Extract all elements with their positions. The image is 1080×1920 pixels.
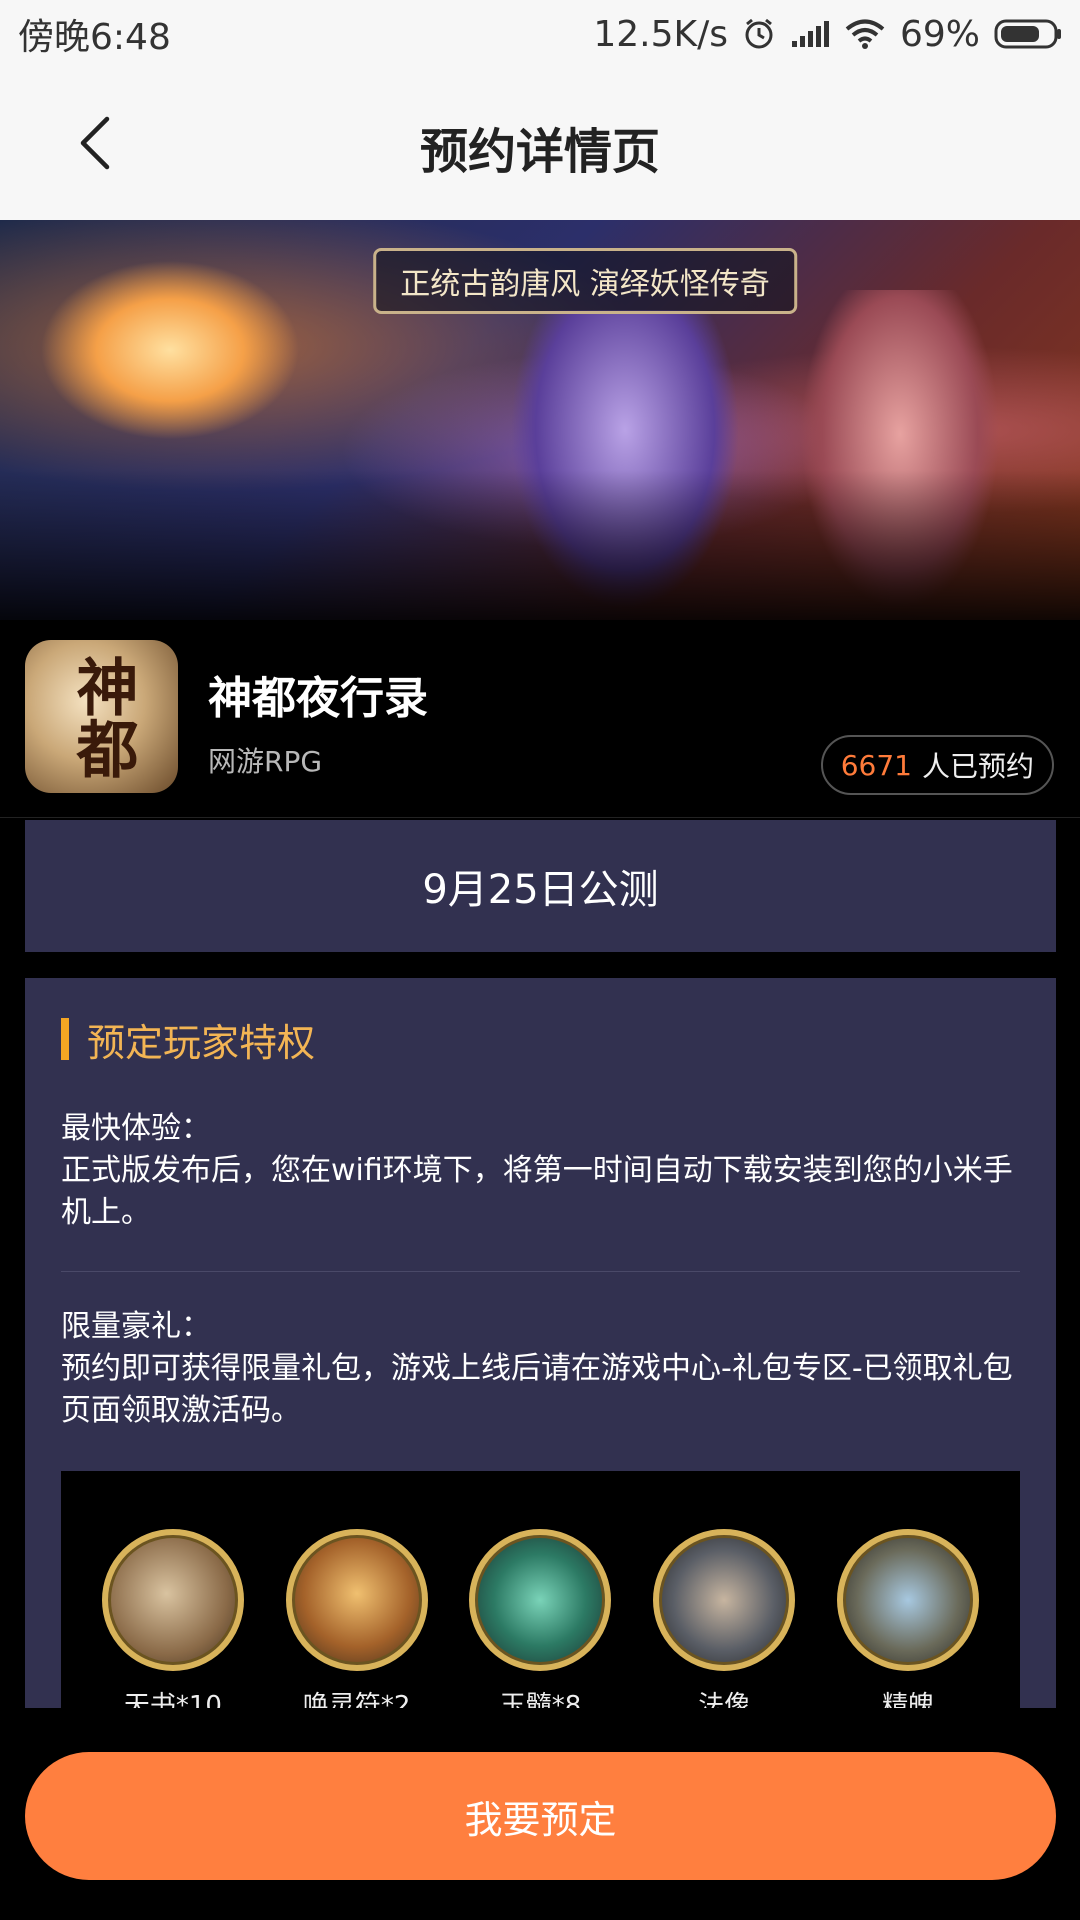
title-bar: 预约详情页 (0, 68, 1080, 220)
banner-slogan: 正统古韵唐风 演绎妖怪传奇 (373, 248, 797, 314)
battery-icon (994, 18, 1062, 50)
alarm-icon (742, 17, 776, 51)
status-indicators: 12.5K/s 69% (593, 14, 1062, 55)
app-info: 神都 神都夜行录 网游RPG 6671 人已预约 (0, 620, 1080, 818)
gift-item-image (285, 1529, 428, 1671)
status-bar: 傍晚6:48 12.5K/s 69% (0, 0, 1080, 68)
gift-items: 天书*10 唤灵符*2 玉髓*8 法像 精魄 (61, 1529, 1020, 1708)
gift-item: 玉髓*8 (465, 1529, 615, 1708)
app-category: 网游RPG (208, 745, 323, 778)
gift-item: 唤灵符*2 (282, 1529, 432, 1708)
gift-item: 法像 (649, 1529, 799, 1708)
reserve-count-label: 人已预约 (921, 750, 1034, 783)
privileges-card: 预定玩家特权 最快体验： 正式版发布后，您在wifi环境下，将第一时间自动下载安… (25, 978, 1056, 1708)
net-speed: 12.5K/s (593, 13, 728, 55)
gift-item: 精魄 (833, 1529, 983, 1708)
game-banner-image: 正统古韵唐风 演绎妖怪传奇 (0, 220, 1080, 640)
launch-date: 9月25日公测 (422, 867, 659, 913)
gift-item-label: 玉髓*8 (499, 1691, 582, 1708)
gift-pack-panel: 天书*10 唤灵符*2 玉髓*8 法像 精魄 (61, 1471, 1020, 1708)
privileges-title: 预定玩家特权 (87, 1020, 316, 1065)
wifi-icon (844, 18, 886, 50)
reserve-count-badge: 6671 人已预约 (820, 735, 1054, 795)
banner-art-character (510, 310, 740, 610)
perk-limited-gift: 限量豪礼： 预约即可获得限量礼包，游戏上线后请在游戏中心-礼包专区-已领取礼包页… (61, 1306, 1020, 1432)
gift-item-label: 精魄 (882, 1691, 935, 1708)
perk-heading: 限量豪礼： (61, 1309, 211, 1344)
app-icon-logo: 神都 (65, 654, 139, 779)
banner-art-character (800, 290, 1000, 610)
gift-item-image (837, 1529, 980, 1671)
status-time: 傍晚6:48 (18, 17, 171, 58)
gift-item-label: 唤灵符*2 (302, 1691, 411, 1708)
banner-art-hand (40, 260, 300, 440)
gift-item-label: 法像 (698, 1691, 751, 1708)
gift-item-image (469, 1529, 612, 1671)
perk-body: 正式版发布后，您在wifi环境下，将第一时间自动下载安装到您的小米手机上。 (61, 1153, 1013, 1230)
app-icon: 神都 (25, 640, 178, 793)
gift-item: 天书*10 (98, 1529, 248, 1708)
perk-body: 预约即可获得限量礼包，游戏上线后请在游戏中心-礼包专区-已领取礼包页面领取激活码… (61, 1351, 1013, 1428)
battery-percent: 69% (899, 13, 980, 55)
app-name: 神都夜行录 (208, 673, 428, 724)
perk-heading: 最快体验： (61, 1111, 211, 1146)
bottom-action-bar: 我要预定 (0, 1708, 1080, 1920)
reserve-count: 6671 (840, 748, 912, 782)
gift-item-image (101, 1529, 244, 1671)
section-title: 预定玩家特权 (61, 1016, 315, 1065)
section-accent-bar (61, 1018, 69, 1060)
page-title: 预约详情页 (419, 124, 660, 180)
reserve-button[interactable]: 我要预定 (25, 1752, 1056, 1880)
signal-icon (790, 19, 830, 49)
divider (61, 1271, 1020, 1272)
gift-item-image (653, 1529, 796, 1671)
perk-fast-experience: 最快体验： 正式版发布后，您在wifi环境下，将第一时间自动下载安装到您的小米手… (61, 1108, 1020, 1234)
launch-date-card: 9月25日公测 (25, 820, 1056, 952)
gift-item-label: 天书*10 (123, 1691, 222, 1708)
